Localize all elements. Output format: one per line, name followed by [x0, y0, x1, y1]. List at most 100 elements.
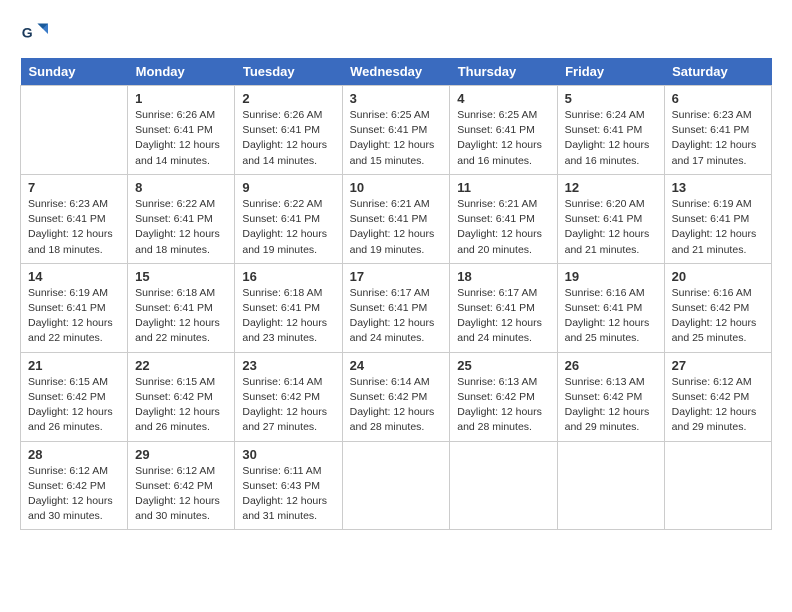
day-number: 10	[350, 180, 443, 195]
calendar-cell: 15 Sunrise: 6:18 AM Sunset: 6:41 PM Dayli…	[128, 263, 235, 352]
calendar-cell: 8Sunrise: 6:22 AM Sunset: 6:41 PM Daylig…	[128, 174, 235, 263]
day-info: Sunrise: 6:25 AM Sunset: 6:41 PM Dayligh…	[457, 108, 549, 169]
header-wednesday: Wednesday	[342, 58, 450, 86]
day-number: 11	[457, 180, 549, 195]
calendar-cell	[21, 86, 128, 175]
day-number: 15	[135, 269, 227, 284]
calendar-cell: 21 Sunrise: 6:15 AM Sunset: 6:42 PM Dayli…	[21, 352, 128, 441]
day-info: Sunrise: 6:14 AM Sunset: 6:42 PM Dayligh…	[350, 375, 443, 436]
calendar-cell: 22 Sunrise: 6:15 AM Sunset: 6:42 PM Dayli…	[128, 352, 235, 441]
day-info: Sunrise: 6:26 AM Sunset: 6:41 PM Dayligh…	[242, 108, 334, 169]
calendar-week-row: 28 Sunrise: 6:12 AM Sunset: 6:42 PM Dayli…	[21, 441, 772, 530]
day-info: Sunrise: 6:18 AM Sunset: 6:41 PM Dayligh…	[135, 286, 227, 347]
day-number: 19	[565, 269, 657, 284]
calendar-cell: 11 Sunrise: 6:21 AM Sunset: 6:41 PM Dayli…	[450, 174, 557, 263]
day-number: 8	[135, 180, 227, 195]
calendar-cell: 10 Sunrise: 6:21 AM Sunset: 6:41 PM Dayli…	[342, 174, 450, 263]
svg-text:G: G	[22, 25, 33, 41]
header-saturday: Saturday	[664, 58, 771, 86]
day-info: Sunrise: 6:16 AM Sunset: 6:42 PM Dayligh…	[672, 286, 764, 347]
day-info: Sunrise: 6:18 AM Sunset: 6:41 PM Dayligh…	[242, 286, 334, 347]
day-info: Sunrise: 6:23 AM Sunset: 6:41 PM Dayligh…	[28, 197, 120, 258]
day-info: Sunrise: 6:21 AM Sunset: 6:41 PM Dayligh…	[350, 197, 443, 258]
logo: G	[20, 20, 52, 48]
day-number: 6	[672, 91, 764, 106]
day-info: Sunrise: 6:17 AM Sunset: 6:41 PM Dayligh…	[350, 286, 443, 347]
calendar-cell: 25 Sunrise: 6:13 AM Sunset: 6:42 PM Dayli…	[450, 352, 557, 441]
header-sunday: Sunday	[21, 58, 128, 86]
calendar-cell	[664, 441, 771, 530]
calendar-week-row: 21 Sunrise: 6:15 AM Sunset: 6:42 PM Dayli…	[21, 352, 772, 441]
day-info: Sunrise: 6:17 AM Sunset: 6:41 PM Dayligh…	[457, 286, 549, 347]
calendar-cell: 2 Sunrise: 6:26 AM Sunset: 6:41 PM Daylig…	[235, 86, 342, 175]
calendar-cell: 3 Sunrise: 6:25 AM Sunset: 6:41 PM Daylig…	[342, 86, 450, 175]
calendar-cell	[450, 441, 557, 530]
calendar-cell: 26Sunrise: 6:13 AM Sunset: 6:42 PM Dayli…	[557, 352, 664, 441]
day-info: Sunrise: 6:13 AM Sunset: 6:42 PM Dayligh…	[457, 375, 549, 436]
calendar-cell: 23 Sunrise: 6:14 AM Sunset: 6:42 PM Dayli…	[235, 352, 342, 441]
calendar-cell: 9 Sunrise: 6:22 AM Sunset: 6:41 PM Daylig…	[235, 174, 342, 263]
page-header: G	[20, 20, 772, 48]
calendar-cell: 18Sunrise: 6:17 AM Sunset: 6:41 PM Dayli…	[450, 263, 557, 352]
day-number: 5	[565, 91, 657, 106]
day-number: 25	[457, 358, 549, 373]
day-info: Sunrise: 6:19 AM Sunset: 6:41 PM Dayligh…	[672, 197, 764, 258]
calendar-cell: 12 Sunrise: 6:20 AM Sunset: 6:41 PM Dayli…	[557, 174, 664, 263]
calendar-week-row: 7 Sunrise: 6:23 AM Sunset: 6:41 PM Daylig…	[21, 174, 772, 263]
logo-icon: G	[20, 20, 48, 48]
header-tuesday: Tuesday	[235, 58, 342, 86]
day-number: 16	[242, 269, 334, 284]
day-number: 12	[565, 180, 657, 195]
day-number: 2	[242, 91, 334, 106]
day-info: Sunrise: 6:14 AM Sunset: 6:42 PM Dayligh…	[242, 375, 334, 436]
day-number: 29	[135, 447, 227, 462]
day-number: 22	[135, 358, 227, 373]
day-info: Sunrise: 6:24 AM Sunset: 6:41 PM Dayligh…	[565, 108, 657, 169]
calendar-cell: 16 Sunrise: 6:18 AM Sunset: 6:41 PM Dayli…	[235, 263, 342, 352]
calendar-cell: 4Sunrise: 6:25 AM Sunset: 6:41 PM Daylig…	[450, 86, 557, 175]
day-number: 20	[672, 269, 764, 284]
day-number: 9	[242, 180, 334, 195]
header-thursday: Thursday	[450, 58, 557, 86]
day-number: 28	[28, 447, 120, 462]
day-number: 26	[565, 358, 657, 373]
calendar-cell: 7 Sunrise: 6:23 AM Sunset: 6:41 PM Daylig…	[21, 174, 128, 263]
day-info: Sunrise: 6:15 AM Sunset: 6:42 PM Dayligh…	[28, 375, 120, 436]
day-info: Sunrise: 6:12 AM Sunset: 6:42 PM Dayligh…	[28, 464, 120, 525]
day-info: Sunrise: 6:16 AM Sunset: 6:41 PM Dayligh…	[565, 286, 657, 347]
day-number: 1	[135, 91, 227, 106]
calendar-cell: 29 Sunrise: 6:12 AM Sunset: 6:42 PM Dayli…	[128, 441, 235, 530]
header-friday: Friday	[557, 58, 664, 86]
calendar-cell: 20 Sunrise: 6:16 AM Sunset: 6:42 PM Dayli…	[664, 263, 771, 352]
day-number: 23	[242, 358, 334, 373]
day-number: 3	[350, 91, 443, 106]
calendar-cell: 5 Sunrise: 6:24 AM Sunset: 6:41 PM Daylig…	[557, 86, 664, 175]
day-info: Sunrise: 6:22 AM Sunset: 6:41 PM Dayligh…	[242, 197, 334, 258]
day-number: 17	[350, 269, 443, 284]
day-info: Sunrise: 6:23 AM Sunset: 6:41 PM Dayligh…	[672, 108, 764, 169]
day-number: 21	[28, 358, 120, 373]
calendar-cell	[342, 441, 450, 530]
calendar-table: SundayMondayTuesdayWednesdayThursdayFrid…	[20, 58, 772, 530]
calendar-cell: 6 Sunrise: 6:23 AM Sunset: 6:41 PM Daylig…	[664, 86, 771, 175]
calendar-cell: 24 Sunrise: 6:14 AM Sunset: 6:42 PM Dayli…	[342, 352, 450, 441]
calendar-cell: 27Sunrise: 6:12 AM Sunset: 6:42 PM Dayli…	[664, 352, 771, 441]
day-info: Sunrise: 6:12 AM Sunset: 6:42 PM Dayligh…	[135, 464, 227, 525]
day-info: Sunrise: 6:25 AM Sunset: 6:41 PM Dayligh…	[350, 108, 443, 169]
calendar-cell: 14Sunrise: 6:19 AM Sunset: 6:41 PM Dayli…	[21, 263, 128, 352]
day-info: Sunrise: 6:26 AM Sunset: 6:41 PM Dayligh…	[135, 108, 227, 169]
calendar-cell	[557, 441, 664, 530]
day-number: 27	[672, 358, 764, 373]
calendar-cell: 13Sunrise: 6:19 AM Sunset: 6:41 PM Dayli…	[664, 174, 771, 263]
calendar-week-row: 1 Sunrise: 6:26 AM Sunset: 6:41 PM Daylig…	[21, 86, 772, 175]
day-info: Sunrise: 6:21 AM Sunset: 6:41 PM Dayligh…	[457, 197, 549, 258]
calendar-cell: 28 Sunrise: 6:12 AM Sunset: 6:42 PM Dayli…	[21, 441, 128, 530]
day-info: Sunrise: 6:20 AM Sunset: 6:41 PM Dayligh…	[565, 197, 657, 258]
day-number: 7	[28, 180, 120, 195]
calendar-cell: 1 Sunrise: 6:26 AM Sunset: 6:41 PM Daylig…	[128, 86, 235, 175]
calendar-cell: 30Sunrise: 6:11 AM Sunset: 6:43 PM Dayli…	[235, 441, 342, 530]
day-number: 14	[28, 269, 120, 284]
day-info: Sunrise: 6:15 AM Sunset: 6:42 PM Dayligh…	[135, 375, 227, 436]
header-monday: Monday	[128, 58, 235, 86]
day-number: 24	[350, 358, 443, 373]
